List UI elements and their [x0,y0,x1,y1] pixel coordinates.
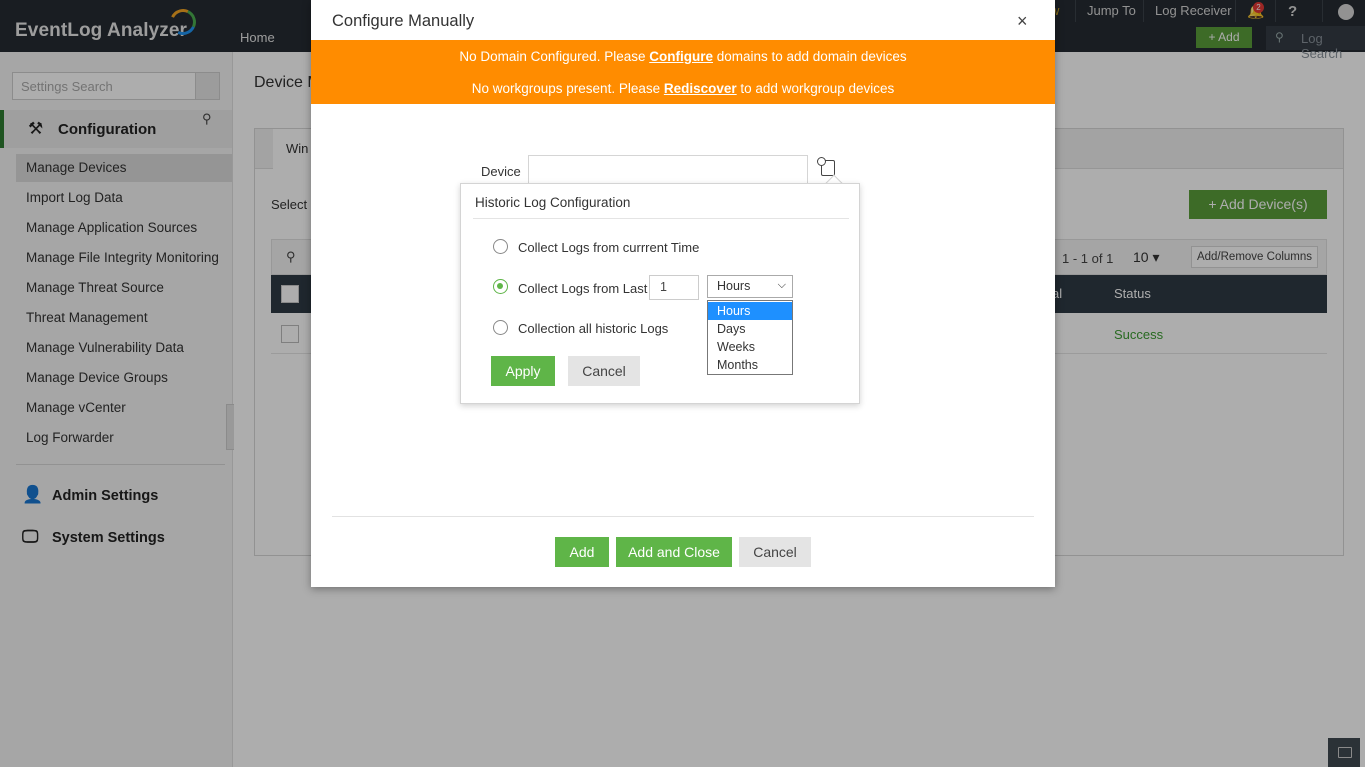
radio-current-time[interactable] [493,239,508,254]
footer-divider [332,516,1034,517]
time-unit-value: Hours [717,279,751,293]
banner-text: domains to add domain devices [712,49,907,64]
banner-line-workgroup: No workgroups present. Please Rediscover… [311,81,1055,96]
banner-text: No Domain Configured. Please [459,49,650,64]
dialog-title: Configure Manually [332,12,475,30]
chevron-down-icon: ⌵ [777,279,786,291]
time-unit-dropdown: Hours Days Weeks Months [707,300,793,375]
radio-collect-from-last[interactable] [493,279,508,294]
option-all-historic-label: Collection all historic Logs [518,321,669,336]
popover-cancel-button[interactable]: Cancel [568,356,640,386]
device-label: Device [481,164,521,179]
cancel-button[interactable]: Cancel [739,537,811,567]
configure-link[interactable]: Configure [649,49,713,64]
rediscover-link[interactable]: Rediscover [664,81,737,96]
banner-text: to add workgroup devices [736,81,895,96]
add-and-close-button[interactable]: Add and Close [616,537,732,567]
apply-button[interactable]: Apply [491,356,555,386]
banner-text: No workgroups present. Please [471,81,664,96]
radio-all-historic[interactable] [493,320,508,335]
unit-option-days[interactable]: Days [708,320,792,338]
time-unit-select[interactable]: Hours ⌵ [707,275,793,298]
popover-title: Historic Log Configuration [475,195,631,210]
device-input[interactable] [528,155,808,185]
historic-log-popover: Historic Log Configuration Collect Logs … [460,183,860,404]
banner-line-domain: No Domain Configured. Please Configure d… [311,49,1055,64]
popover-divider [473,218,849,219]
close-icon[interactable]: × [1017,11,1028,32]
unit-option-months[interactable]: Months [708,356,792,374]
unit-option-hours[interactable]: Hours [708,302,792,320]
historic-config-icon[interactable] [817,157,835,176]
last-value-input[interactable]: 1 [649,275,699,300]
option-current-time-label: Collect Logs from currrent Time [518,240,700,255]
add-button[interactable]: Add [555,537,609,567]
warning-banner: No Domain Configured. Please Configure d… [311,40,1055,104]
unit-option-weeks[interactable]: Weeks [708,338,792,356]
option-last-label: Collect Logs from Last [518,281,648,296]
